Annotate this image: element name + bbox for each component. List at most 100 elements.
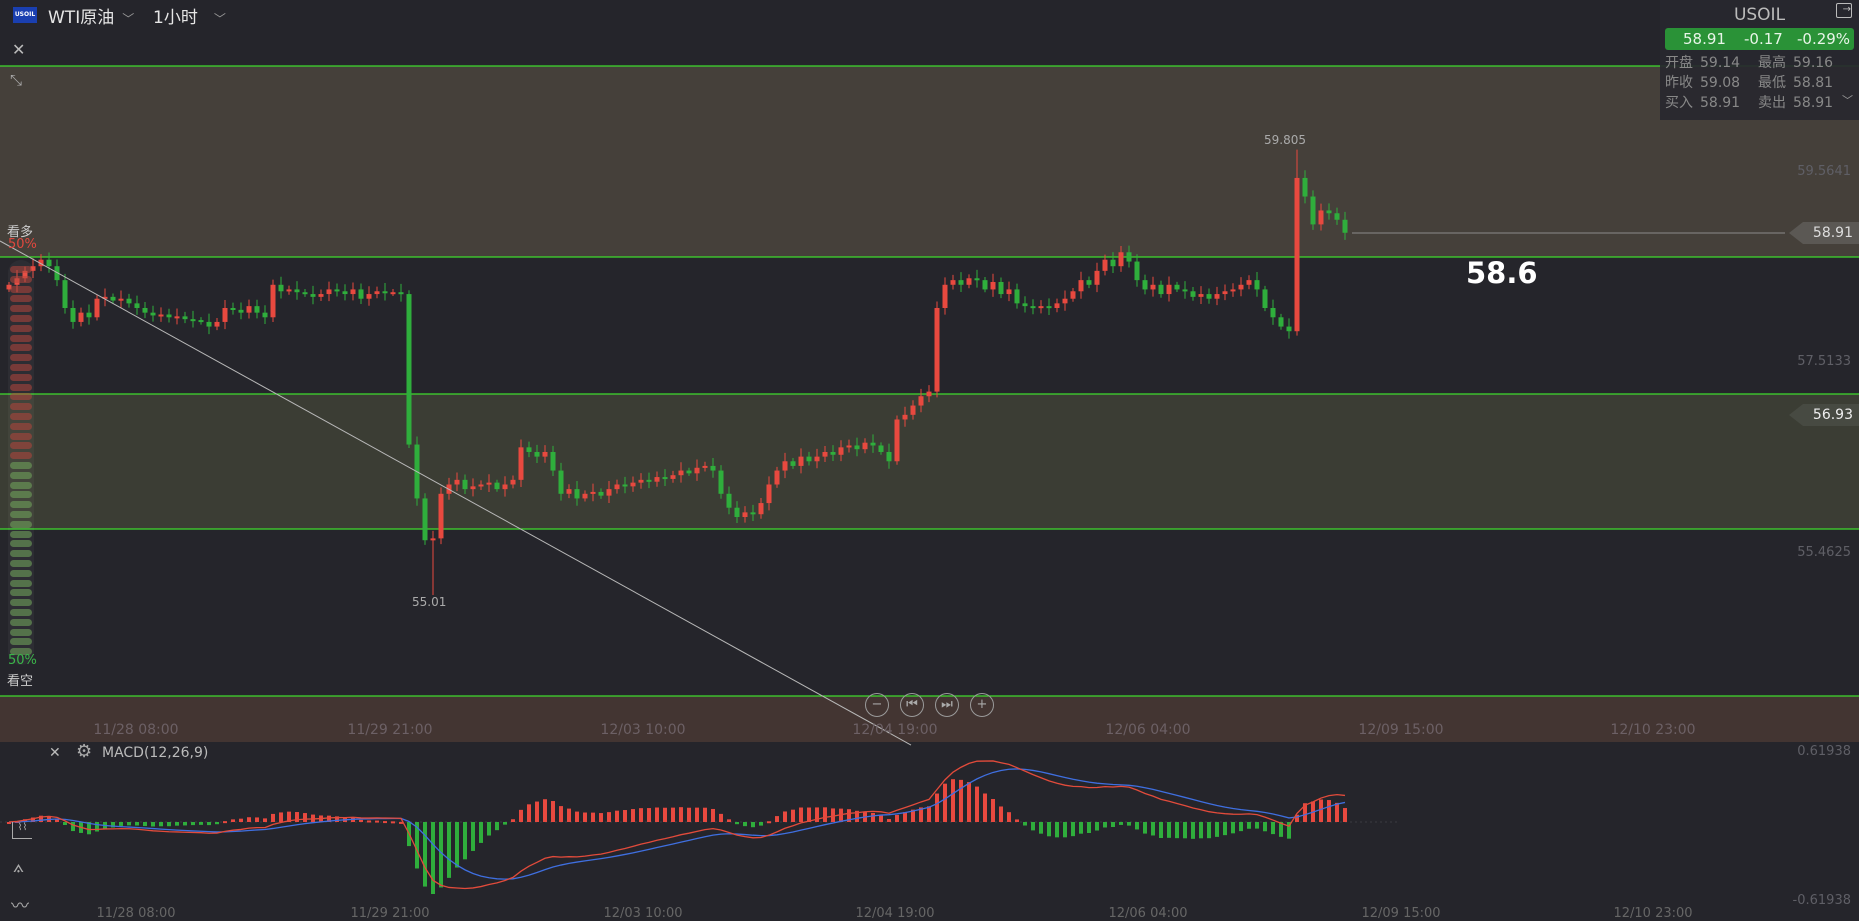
macd-histogram-bar: [215, 822, 219, 825]
macd-histogram-bar: [471, 822, 475, 851]
candle-body: [166, 314, 172, 318]
candle-body: [1342, 219, 1348, 233]
macd-histogram-bar: [1183, 822, 1187, 839]
macd-histogram-bar: [967, 782, 971, 822]
candle-body: [454, 479, 460, 485]
macd-histogram-bar: [239, 818, 243, 822]
candle-body: [1270, 308, 1276, 318]
candle-body: [510, 479, 516, 485]
macd-histogram-bar: [599, 813, 603, 822]
candle-body: [710, 465, 716, 471]
candle-body: [614, 484, 620, 490]
macd-histogram-bar: [375, 820, 379, 823]
macd-histogram-bar: [743, 822, 747, 827]
macd-histogram-bar: [383, 821, 387, 824]
candle-body: [1318, 210, 1324, 225]
symbol-selector[interactable]: WTI原油 ﹀: [48, 3, 134, 28]
macd-histogram-bar: [159, 822, 163, 827]
candle-body: [374, 291, 380, 295]
candle-body: [702, 465, 708, 468]
bear-pct: 50%: [8, 653, 37, 668]
exit-icon[interactable]: →: [1836, 3, 1852, 18]
timeframe-selector[interactable]: 1小时 ﹀: [153, 3, 226, 28]
time-axis-label: 12/09 15:00: [1358, 722, 1444, 738]
macd-histogram-bar: [271, 813, 275, 822]
candle-body: [462, 479, 468, 490]
macd-histogram-bar: [943, 783, 947, 822]
candle-body: [566, 489, 572, 494]
bull-pill: [10, 344, 32, 352]
candle-body: [742, 512, 748, 518]
candle-body: [478, 484, 484, 487]
macd-histogram-bar: [775, 816, 779, 822]
candle-body: [790, 461, 796, 466]
candle-body: [222, 308, 228, 322]
zoom-out-button[interactable]: −: [865, 693, 889, 717]
bull-pill: [10, 452, 32, 460]
price-chart[interactable]: [0, 0, 1859, 919]
level-label: 58.6: [1466, 256, 1538, 290]
zoom-in-button[interactable]: +: [970, 693, 994, 717]
macd-histogram-bar: [751, 822, 755, 828]
candle-body: [78, 312, 84, 322]
macd-histogram-bar: [551, 801, 555, 822]
candle-body: [342, 291, 348, 295]
candle-body: [1262, 289, 1268, 309]
macd-histogram-bar: [759, 822, 763, 826]
candle-body: [1110, 259, 1116, 267]
candle-body: [982, 280, 988, 290]
indicator-chart-icon[interactable]: ⌇⌇: [12, 822, 32, 839]
bear-pill: [10, 599, 32, 607]
candle-body: [1142, 280, 1148, 290]
macd-histogram-bar: [1079, 822, 1083, 834]
collapse-icon[interactable]: ⤡: [10, 71, 22, 89]
scroll-end-button[interactable]: ⏭: [935, 693, 959, 717]
candle-body: [390, 292, 396, 295]
candle-body: [854, 445, 860, 450]
candle-body: [398, 292, 404, 295]
candle-body: [1182, 289, 1188, 292]
candle-body: [878, 445, 884, 452]
candle-body: [1246, 280, 1252, 285]
macd-histogram-bar: [487, 822, 491, 836]
bull-pill: [10, 334, 32, 342]
macd-histogram-bar: [567, 808, 571, 822]
macd-histogram-bar: [975, 786, 979, 822]
candle-body: [542, 451, 548, 457]
macd-histogram-bar: [903, 812, 907, 822]
candle-body: [278, 284, 284, 292]
macd-histogram-bar: [543, 799, 547, 822]
candle-body: [1166, 284, 1172, 295]
candle-body: [918, 396, 924, 406]
candle-body: [646, 479, 652, 482]
macd-histogram-bar: [623, 810, 627, 822]
candle-body: [974, 278, 980, 281]
macd-histogram-bar: [1199, 822, 1203, 839]
waveform-icon[interactable]: 〰: [11, 892, 29, 918]
macd-close-icon[interactable]: ✕: [49, 745, 61, 761]
macd-histogram-bar: [791, 809, 795, 822]
candle-body: [94, 298, 100, 318]
time-axis-label: 12/10 23:00: [1610, 722, 1696, 738]
candle-body: [214, 321, 220, 327]
scroll-start-button[interactable]: ⏮: [900, 693, 924, 717]
macd-histogram-bar: [1119, 822, 1123, 825]
candle-body: [110, 296, 116, 301]
expand-chevron-icon[interactable]: ﹀: [1842, 92, 1853, 108]
macd-histogram-bar: [479, 822, 483, 843]
quote-symbol: USOIL: [1733, 5, 1786, 25]
macd-histogram-bar: [359, 819, 363, 822]
price-axis-label: 55.4625: [1797, 545, 1851, 560]
macd-histogram-bar: [71, 822, 75, 832]
macd-histogram-bar: [935, 793, 939, 822]
close-icon[interactable]: ✕: [12, 40, 25, 59]
macd-settings-gear-icon[interactable]: ⚙: [76, 741, 92, 762]
macd-histogram-bar: [1223, 822, 1227, 836]
macd-max-label: 0.61938: [1797, 744, 1851, 759]
candle-body: [942, 284, 948, 309]
bull-pill: [10, 442, 32, 450]
drawing-compass-icon[interactable]: ⟑: [13, 856, 24, 877]
candle-body: [158, 314, 164, 317]
candle-body: [870, 442, 876, 446]
macd-histogram-bar: [927, 806, 931, 822]
